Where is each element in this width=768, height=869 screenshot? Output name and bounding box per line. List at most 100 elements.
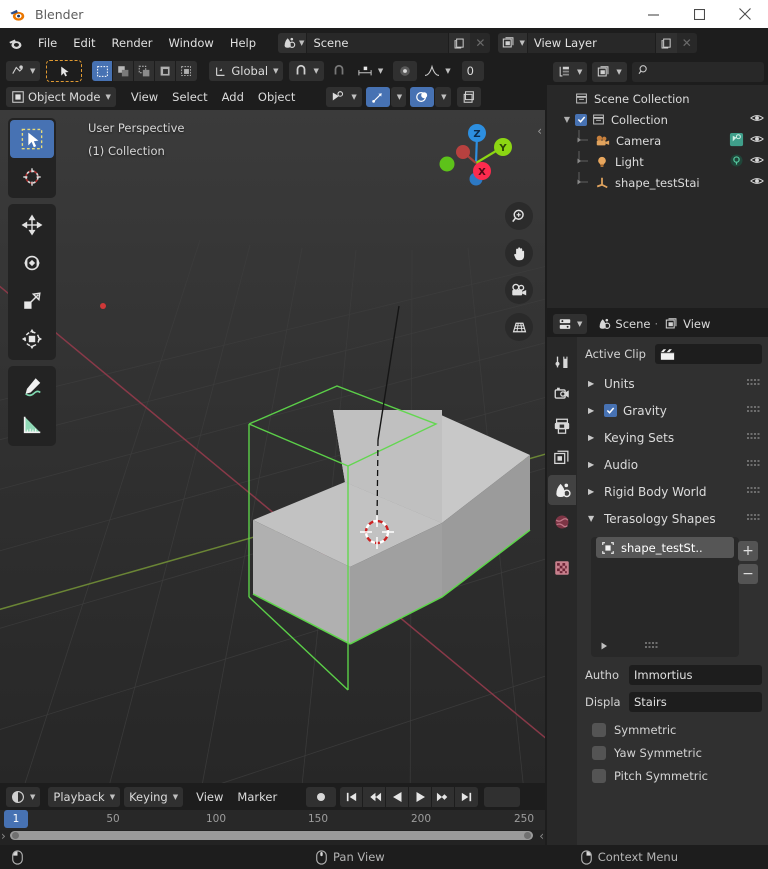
pitch-symmetric-row[interactable]: Pitch Symmetric	[585, 764, 762, 787]
hand-move-icon[interactable]	[505, 239, 533, 267]
scrollbar-handle-left[interactable]	[12, 832, 19, 839]
current-frame-field[interactable]	[484, 786, 521, 807]
maximize-icon[interactable]	[676, 0, 722, 28]
panel-audio[interactable]: ▶ Audio	[585, 451, 762, 478]
menu-help[interactable]: Help	[222, 33, 264, 53]
remove-shape-button[interactable]: −	[738, 564, 758, 584]
rotate-tool-button[interactable]	[10, 244, 54, 282]
add-shape-button[interactable]: +	[738, 541, 758, 561]
unlink-scene-button[interactable]: ✕	[470, 33, 491, 53]
render-tab[interactable]	[548, 379, 576, 409]
visibility-eye-icon[interactable]	[750, 133, 764, 148]
menu-edit[interactable]: Edit	[65, 33, 103, 53]
proportional-edit-icon[interactable]	[393, 61, 418, 81]
magnet-icon[interactable]	[327, 61, 351, 81]
camera-data-icon[interactable]	[729, 132, 744, 150]
grip-dots-icon[interactable]	[645, 641, 658, 654]
select-extend-icon[interactable]	[113, 61, 135, 81]
editor-type-properties-icon[interactable]: ▼	[553, 313, 588, 334]
unlink-view-layer-button[interactable]: ✕	[676, 33, 697, 53]
breadcrumb-view-layer[interactable]: View	[683, 317, 710, 331]
new-scene-icon[interactable]	[448, 33, 471, 53]
outliner-row-camera[interactable]: Camera	[547, 130, 768, 151]
outliner-row-shape-teststairs[interactable]: shape_testStai	[547, 172, 768, 193]
outliner-filter-icon[interactable]: ▼	[592, 61, 627, 82]
gizmo-dropdown[interactable]: ▼	[390, 87, 407, 107]
timeline-scroll-left-arrow-icon[interactable]: ›	[1, 829, 6, 843]
outliner-row-scene-collection[interactable]: Scene Collection	[547, 88, 768, 109]
minimize-icon[interactable]	[630, 0, 676, 28]
timeline-menu-marker[interactable]: Marker	[230, 790, 284, 804]
texture-tab[interactable]	[548, 553, 576, 583]
shape-uilist[interactable]: shape_testSt..	[591, 537, 739, 657]
editor-type-timeline-icon[interactable]: ▼	[6, 786, 41, 807]
blender-menu-icon[interactable]	[8, 36, 23, 51]
viewport-canvas[interactable]: User Perspective (1) Collection Z Y X ‹	[0, 110, 545, 783]
move-tool-button[interactable]	[10, 206, 54, 244]
panel-keying-sets[interactable]: ▶ Keying Sets	[585, 424, 762, 451]
measure-tool-button[interactable]	[10, 406, 54, 444]
overlays-icon[interactable]	[410, 87, 435, 107]
select-subtract-icon[interactable]	[134, 61, 156, 81]
select-invert-icon[interactable]	[155, 61, 177, 81]
world-tab[interactable]	[548, 507, 576, 537]
outliner-row-light[interactable]: Light	[547, 151, 768, 172]
zoom-icon[interactable]	[505, 202, 533, 230]
jump-to-end-icon[interactable]	[455, 786, 479, 807]
transform-tool-button[interactable]	[10, 320, 54, 358]
viewport-menu-view[interactable]: View	[124, 90, 165, 104]
auto-keying-record-icon[interactable]	[306, 786, 337, 807]
gravity-checkbox[interactable]	[604, 404, 617, 417]
outliner-display-mode-icon[interactable]: ▼	[553, 61, 588, 82]
select-set-icon[interactable]	[92, 61, 114, 81]
cursor-tool-button[interactable]	[10, 158, 54, 196]
toggle-perspective-icon[interactable]	[505, 313, 533, 341]
output-tab[interactable]	[548, 411, 576, 441]
light-data-icon[interactable]	[729, 153, 744, 171]
viewport-numeric-field[interactable]: 0	[461, 61, 484, 81]
close-icon[interactable]	[722, 0, 768, 28]
collection-checkbox[interactable]	[575, 113, 587, 126]
camera-view-icon[interactable]	[505, 276, 533, 304]
pitch-symmetric-checkbox[interactable]	[592, 768, 606, 783]
viewlayer-name-field[interactable]: View Layer	[526, 33, 655, 53]
outliner-row-collection[interactable]: ▼ Collection	[547, 109, 768, 130]
timeline-menu-playback[interactable]: Playback ▼	[48, 786, 121, 807]
transform-orientation-dropdown[interactable]: Global ▼	[209, 61, 284, 81]
breadcrumb-scene[interactable]: Scene	[615, 317, 650, 331]
jump-to-prev-keyframe-icon[interactable]	[363, 786, 387, 807]
scene-icon[interactable]: ▼	[278, 33, 307, 53]
navigation-gizmo[interactable]: Z Y X	[435, 115, 515, 195]
visibility-eye-icon[interactable]	[750, 112, 764, 127]
jump-to-next-keyframe-icon[interactable]	[432, 786, 456, 807]
view-layer-tab[interactable]	[548, 443, 576, 473]
visibility-eye-icon[interactable]	[750, 154, 764, 169]
shape-list-item[interactable]: shape_testSt..	[596, 537, 734, 558]
editor-type-3d-viewport-icon[interactable]: ▼	[6, 61, 41, 81]
jump-to-start-icon[interactable]	[340, 786, 364, 807]
scale-tool-button[interactable]	[10, 282, 54, 320]
object-mode-dropdown[interactable]: Object Mode ▼	[6, 87, 116, 107]
visibility-eye-icon[interactable]	[750, 175, 764, 190]
object-types-visibility-icon[interactable]: ▼	[326, 87, 362, 107]
sidebar-toggle-arrow-icon[interactable]: ‹	[537, 124, 542, 138]
tweak-select-icon[interactable]	[46, 60, 83, 82]
symmetric-checkbox[interactable]	[592, 722, 606, 737]
snap-dropdown[interactable]: ▼	[289, 61, 324, 81]
falloff-smooth-icon[interactable]: ▼	[419, 61, 455, 81]
overlays-dropdown[interactable]: ▼	[435, 87, 451, 107]
menu-window[interactable]: Window	[160, 33, 221, 53]
gizmo-icon[interactable]	[365, 87, 390, 107]
viewport-menu-select[interactable]: Select	[165, 90, 214, 104]
play-triangle-icon[interactable]	[599, 641, 609, 654]
timeline-menu-view[interactable]: View	[189, 790, 230, 804]
panel-units[interactable]: ▶ Units	[585, 370, 762, 397]
snap-target-icon[interactable]: ▼	[352, 61, 388, 81]
timeline-scrollbar[interactable]	[10, 831, 533, 840]
yaw-symmetric-row[interactable]: Yaw Symmetric	[585, 741, 762, 764]
tool-tab[interactable]	[548, 347, 576, 377]
display-name-field[interactable]: Stairs	[629, 692, 762, 712]
select-intersect-icon[interactable]	[176, 61, 198, 81]
viewport-menu-object[interactable]: Object	[251, 90, 302, 104]
timeline-playhead[interactable]: 1	[4, 810, 28, 828]
